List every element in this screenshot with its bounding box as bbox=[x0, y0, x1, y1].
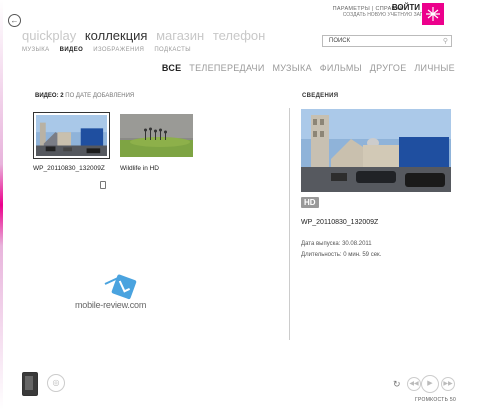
videos-header: ВИДЕО: 2 ПО ДАТЕ ДОБАВЛЕНИЯ bbox=[35, 93, 134, 99]
phone-sync-icon bbox=[100, 181, 106, 189]
tab-podcasts[interactable]: ПОДКАСТЫ bbox=[154, 47, 191, 53]
watermark-logo bbox=[70, 270, 180, 320]
videos-count: ВИДЕО: 2 bbox=[35, 93, 64, 99]
main-nav: quickplay коллекция магазин телефон bbox=[22, 28, 270, 43]
nav-collection[interactable]: коллекция bbox=[85, 28, 148, 43]
details-preview bbox=[301, 109, 451, 192]
details-title: WP_20110830_132009Z bbox=[301, 219, 379, 226]
details-release-date: Дата выпуска: 30.08.2011 bbox=[301, 241, 372, 247]
hd-badge: HD bbox=[301, 197, 319, 208]
details-duration: Длительность: 0 мин. 59 сек. bbox=[301, 252, 382, 258]
search-placeholder: ПОИСК bbox=[329, 38, 351, 44]
nav-quickplay[interactable]: quickplay bbox=[22, 28, 76, 43]
details-heading: СВЕДЕНИЯ bbox=[302, 93, 339, 99]
sub-nav: МУЗЫКА ВИДЕО ИЗОБРАЖЕНИЯ ПОДКАСТЫ bbox=[22, 47, 199, 53]
video-thumbnail[interactable] bbox=[33, 112, 110, 159]
filter-tv[interactable]: ТЕЛЕПЕРЕДАЧИ bbox=[189, 63, 264, 73]
filter-other[interactable]: ДРУГОЕ bbox=[370, 63, 407, 73]
nav-phone[interactable]: телефон bbox=[213, 28, 266, 43]
back-button[interactable]: ← bbox=[8, 14, 21, 27]
tab-pictures[interactable]: ИЗОБРАЖЕНИЯ bbox=[93, 47, 144, 53]
sync-button[interactable]: ◎ bbox=[47, 374, 65, 392]
search-icon[interactable]: ⚲ bbox=[443, 37, 448, 47]
play-button[interactable]: ▶ bbox=[421, 375, 439, 393]
filter-music[interactable]: МУЗЫКА bbox=[272, 63, 311, 73]
zune-logo bbox=[422, 3, 444, 25]
next-button[interactable]: ▶▶ bbox=[441, 377, 455, 391]
create-account-link[interactable]: СОЗДАТЬ НОВУЮ УЧЕТНУЮ ЗАПИСЬ bbox=[343, 12, 434, 18]
video-title: Wildlife in HD bbox=[120, 165, 160, 172]
accent-bar bbox=[0, 0, 3, 410]
video-title: WP_20110830_132009Z bbox=[33, 165, 105, 172]
divider bbox=[289, 108, 290, 340]
previous-button[interactable]: ◀◀ bbox=[407, 377, 421, 391]
video-thumbnail[interactable] bbox=[120, 114, 193, 157]
volume-label[interactable]: ГРОМКОСТЬ 50 bbox=[415, 397, 456, 403]
device-icon[interactable] bbox=[22, 372, 38, 396]
sort-dropdown[interactable]: ПО ДАТЕ ДОБАВЛЕНИЯ bbox=[65, 93, 134, 99]
tab-music[interactable]: МУЗЫКА bbox=[22, 47, 50, 53]
nav-marketplace[interactable]: магазин bbox=[156, 28, 204, 43]
watermark-text: mobile-review.com bbox=[75, 300, 147, 310]
filter-personal[interactable]: ЛИЧНЫЕ bbox=[414, 63, 455, 73]
tab-video[interactable]: ВИДЕО bbox=[60, 47, 84, 53]
filter-movies[interactable]: ФИЛЬМЫ bbox=[320, 63, 362, 73]
filter-all[interactable]: ВСЕ bbox=[162, 63, 182, 73]
search-input[interactable]: ПОИСК ⚲ bbox=[322, 35, 452, 47]
signin-link[interactable]: ВОЙТИ bbox=[392, 3, 420, 12]
filter-bar: ВСЕ ТЕЛЕПЕРЕДАЧИ МУЗЫКА ФИЛЬМЫ ДРУГОЕ ЛИ… bbox=[157, 63, 455, 73]
repeat-icon[interactable]: ↻ bbox=[393, 379, 401, 390]
